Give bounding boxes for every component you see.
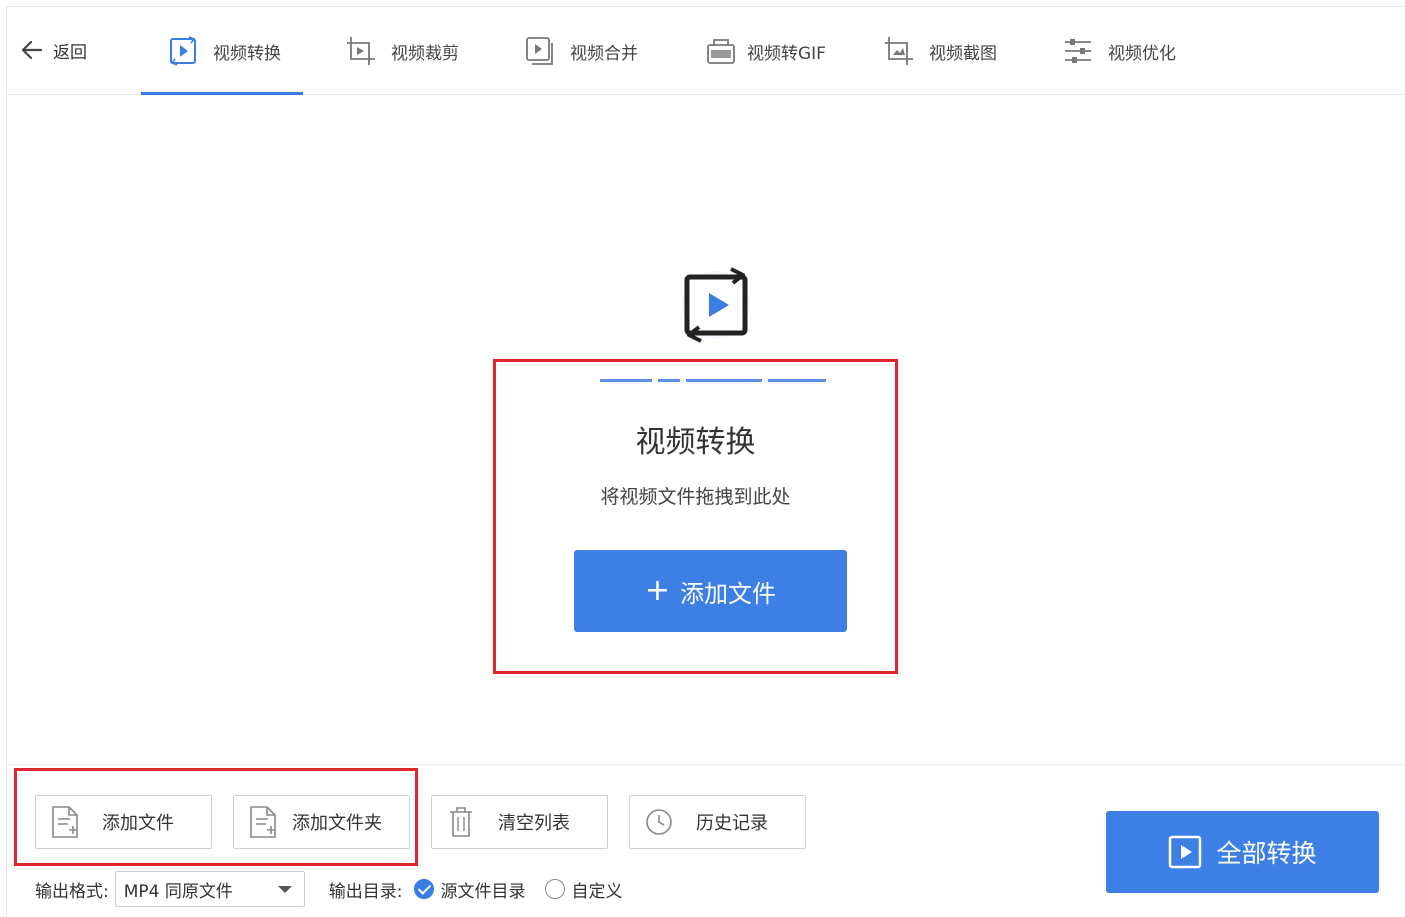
drop-zone[interactable]: 视频转换 将视频文件拖拽到此处 + 添加文件 — [493, 359, 898, 674]
radio-custom-dir[interactable]: 自定义 — [545, 877, 622, 902]
toolbar-history-button[interactable]: 历史记录 — [629, 795, 806, 849]
clear-list-label: 清空列表 — [498, 813, 570, 834]
convert-all-label: 全部转换 — [1216, 839, 1317, 868]
toolbar-add-folder-button[interactable]: 添加文件夹 — [233, 795, 410, 849]
source-dir-label: 源文件目录 — [440, 881, 526, 902]
format-label: 输出格式: — [35, 881, 109, 902]
clock-icon — [646, 809, 672, 835]
decorative-dashes — [600, 379, 826, 382]
add-file-button[interactable]: + 添加文件 — [574, 550, 847, 632]
tab-label: 视频裁剪 — [391, 43, 459, 64]
tab-label: 视频截图 — [929, 43, 997, 64]
output-options: 输出格式: MP4 同原文件 输出目录: 源文件目录 自定义 — [35, 871, 622, 907]
file-add-icon — [52, 806, 78, 838]
radio-unchecked-icon — [545, 879, 566, 899]
chevron-down-icon — [277, 886, 292, 893]
video-convert-icon — [170, 36, 196, 66]
top-nav: 返回 视频转换 视频裁剪 视频合并 视频转GIF 视频截图 视频优化 — [7, 7, 1405, 95]
back-button[interactable]: 返回 — [19, 37, 87, 63]
play-box-icon — [1169, 835, 1202, 869]
toolbar-add-file-button[interactable]: 添加文件 — [35, 795, 212, 849]
tab-video-merge[interactable]: 视频合并 — [524, 7, 638, 95]
app-window: 返回 视频转换 视频裁剪 视频合并 视频转GIF 视频截图 视频优化 视频转换 … — [6, 6, 1405, 917]
tab-video-optimize[interactable]: 视频优化 — [1062, 7, 1176, 95]
bottom-toolbar: 添加文件 添加文件夹 清空列表 历史记录 全部转换 输出格式: MP4 同原文件… — [7, 764, 1405, 917]
active-tab-indicator — [141, 92, 303, 95]
arrow-left-icon — [21, 40, 43, 60]
tab-video-gif[interactable]: 视频转GIF — [705, 7, 826, 95]
toolbar-clear-list-button[interactable]: 清空列表 — [431, 795, 608, 849]
tab-video-screenshot[interactable]: 视频截图 — [883, 7, 997, 95]
convert-all-button[interactable]: 全部转换 — [1106, 811, 1379, 893]
video-convert-icon — [682, 267, 750, 343]
tab-label: 视频合并 — [570, 43, 638, 64]
tab-label: 视频转GIF — [747, 43, 826, 64]
history-label: 历史记录 — [696, 813, 768, 834]
tab-label: 视频优化 — [1108, 43, 1176, 64]
tab-video-crop[interactable]: 视频裁剪 — [345, 7, 459, 95]
radio-checked-icon — [414, 879, 435, 899]
custom-dir-label: 自定义 — [571, 881, 623, 902]
gif-icon — [707, 39, 735, 64]
video-crop-icon — [347, 37, 375, 65]
format-select[interactable]: MP4 同原文件 — [114, 871, 305, 907]
trash-icon — [450, 807, 472, 837]
add-file-label: 添加文件 — [680, 579, 777, 608]
screenshot-icon — [885, 37, 913, 65]
sliders-icon — [1065, 39, 1091, 63]
output-dir-label: 输出目录: — [328, 881, 403, 902]
back-label: 返回 — [53, 42, 87, 63]
tab-label: 视频转换 — [213, 43, 281, 64]
plus-icon: + — [644, 573, 671, 608]
drop-zone-subtitle: 将视频文件拖拽到此处 — [600, 486, 791, 508]
format-value: MP4 同原文件 — [123, 881, 233, 902]
file-add-icon — [250, 806, 276, 838]
tab-video-convert[interactable]: 视频转换 — [141, 7, 303, 95]
radio-source-dir[interactable]: 源文件目录 — [414, 877, 525, 902]
add-folder-label: 添加文件夹 — [292, 813, 382, 834]
drop-zone-title: 视频转换 — [635, 425, 756, 460]
add-file-label: 添加文件 — [102, 813, 174, 834]
video-merge-icon — [526, 37, 553, 65]
